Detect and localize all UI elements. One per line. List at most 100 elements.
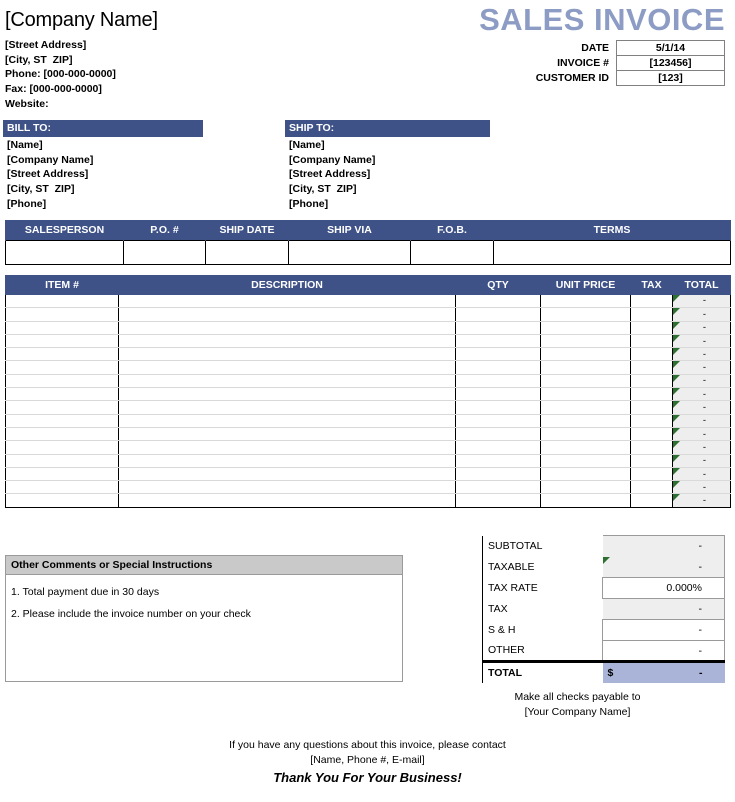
line-item-tax-cell[interactable] xyxy=(630,454,673,468)
meta-value-field[interactable]: 5/1/14 xyxy=(616,40,725,56)
line-item-tax-cell[interactable] xyxy=(630,400,673,415)
line-item-description-cell[interactable] xyxy=(118,414,456,428)
line-item-description-cell[interactable] xyxy=(118,347,456,362)
line-item-tax-cell[interactable] xyxy=(630,480,673,495)
line-item-item-cell[interactable] xyxy=(5,360,119,375)
line-item-qty-cell[interactable] xyxy=(455,294,541,309)
line-item-description-cell[interactable] xyxy=(118,321,456,335)
line-item-unit-price-cell[interactable] xyxy=(540,321,631,335)
line-item-qty-cell[interactable] xyxy=(455,414,541,428)
bill-to-line[interactable]: [Name] xyxy=(7,138,203,153)
line-item-unit-price-cell[interactable] xyxy=(540,427,631,442)
line-item-tax-cell[interactable] xyxy=(630,493,673,508)
line-item-total-cell[interactable]: - xyxy=(672,307,731,322)
sales-entry-cell[interactable] xyxy=(493,239,731,265)
line-item-tax-cell[interactable] xyxy=(630,321,673,335)
line-item-tax-cell[interactable] xyxy=(630,467,673,482)
line-item-qty-cell[interactable] xyxy=(455,493,541,508)
line-item-item-cell[interactable] xyxy=(5,387,119,402)
line-item-item-cell[interactable] xyxy=(5,440,119,455)
bill-to-lines[interactable]: [Name] [Company Name] [Street Address] [Cit… xyxy=(3,137,203,212)
line-item-unit-price-cell[interactable] xyxy=(540,360,631,375)
line-item-tax-cell[interactable] xyxy=(630,374,673,389)
line-item-unit-price-cell[interactable] xyxy=(540,387,631,402)
line-item-total-cell[interactable]: - xyxy=(672,414,731,428)
line-item-unit-price-cell[interactable] xyxy=(540,493,631,508)
line-item-tax-cell[interactable] xyxy=(630,294,673,309)
summary-value[interactable]: - xyxy=(602,535,725,557)
line-item-total-cell[interactable]: - xyxy=(672,387,731,402)
ship-to-lines[interactable]: [Name] [Company Name] [Street Address] [Cit… xyxy=(285,137,490,212)
line-item-item-cell[interactable] xyxy=(5,414,119,428)
line-item-unit-price-cell[interactable] xyxy=(540,454,631,468)
line-item-row[interactable]: - xyxy=(5,360,731,375)
line-item-row[interactable]: - xyxy=(5,414,731,428)
line-item-unit-price-cell[interactable] xyxy=(540,294,631,309)
line-item-tax-cell[interactable] xyxy=(630,414,673,428)
bill-to-line[interactable]: [Phone] xyxy=(7,197,203,212)
line-item-qty-cell[interactable] xyxy=(455,347,541,362)
line-item-description-cell[interactable] xyxy=(118,400,456,415)
line-item-item-cell[interactable] xyxy=(5,307,119,322)
line-item-unit-price-cell[interactable] xyxy=(540,400,631,415)
line-item-qty-cell[interactable] xyxy=(455,334,541,349)
line-item-item-cell[interactable] xyxy=(5,321,119,335)
line-item-row[interactable]: - xyxy=(5,347,731,362)
line-item-qty-cell[interactable] xyxy=(455,467,541,482)
comments-list[interactable]: 1. Total payment due in 30 days 2. Please… xyxy=(6,575,402,625)
line-item-qty-cell[interactable] xyxy=(455,454,541,468)
ship-to-line[interactable]: [City, ST ZIP] xyxy=(289,182,490,197)
line-item-qty-cell[interactable] xyxy=(455,480,541,495)
line-item-tax-cell[interactable] xyxy=(630,334,673,349)
line-item-tax-cell[interactable] xyxy=(630,440,673,455)
line-item-qty-cell[interactable] xyxy=(455,440,541,455)
line-item-unit-price-cell[interactable] xyxy=(540,347,631,362)
line-item-unit-price-cell[interactable] xyxy=(540,334,631,349)
line-item-description-cell[interactable] xyxy=(118,294,456,309)
line-item-qty-cell[interactable] xyxy=(455,360,541,375)
line-item-unit-price-cell[interactable] xyxy=(540,480,631,495)
line-item-description-cell[interactable] xyxy=(118,467,456,482)
line-item-row[interactable]: - xyxy=(5,440,731,455)
comment-line[interactable]: 1. Total payment due in 30 days xyxy=(11,581,397,603)
line-item-tax-cell[interactable] xyxy=(630,307,673,322)
line-item-item-cell[interactable] xyxy=(5,427,119,442)
sales-entry-cell[interactable] xyxy=(123,239,206,265)
comment-line[interactable]: 2. Please include the invoice number on … xyxy=(11,603,397,625)
line-item-unit-price-cell[interactable] xyxy=(540,467,631,482)
summary-value[interactable]: - xyxy=(602,640,725,662)
line-item-unit-price-cell[interactable] xyxy=(540,374,631,389)
line-item-item-cell[interactable] xyxy=(5,400,119,415)
line-item-row[interactable]: - xyxy=(5,307,731,322)
line-item-item-cell[interactable] xyxy=(5,467,119,482)
bill-to-line[interactable]: [City, ST ZIP] xyxy=(7,182,203,197)
line-item-description-cell[interactable] xyxy=(118,307,456,322)
line-item-total-cell[interactable]: - xyxy=(672,374,731,389)
line-item-description-cell[interactable] xyxy=(118,334,456,349)
line-item-total-cell[interactable]: - xyxy=(672,360,731,375)
line-item-row[interactable]: - xyxy=(5,321,731,335)
line-item-description-cell[interactable] xyxy=(118,374,456,389)
sales-entry-cell[interactable] xyxy=(205,239,289,265)
line-item-item-cell[interactable] xyxy=(5,334,119,349)
line-item-item-cell[interactable] xyxy=(5,294,119,309)
ship-to-line[interactable]: [Company Name] xyxy=(289,153,490,168)
line-item-qty-cell[interactable] xyxy=(455,427,541,442)
line-item-item-cell[interactable] xyxy=(5,374,119,389)
line-item-qty-cell[interactable] xyxy=(455,307,541,322)
bill-to-line[interactable]: [Company Name] xyxy=(7,153,203,168)
line-item-row[interactable]: - xyxy=(5,454,731,468)
line-item-tax-cell[interactable] xyxy=(630,427,673,442)
line-item-unit-price-cell[interactable] xyxy=(540,414,631,428)
line-item-description-cell[interactable] xyxy=(118,360,456,375)
sales-entry-row[interactable] xyxy=(5,239,731,265)
line-item-description-cell[interactable] xyxy=(118,480,456,495)
line-item-total-cell[interactable]: - xyxy=(672,334,731,349)
line-item-total-cell[interactable]: - xyxy=(672,467,731,482)
line-item-description-cell[interactable] xyxy=(118,387,456,402)
line-item-total-cell[interactable]: - xyxy=(672,440,731,455)
line-item-total-cell[interactable]: - xyxy=(672,347,731,362)
line-item-row[interactable]: - xyxy=(5,374,731,389)
line-item-tax-cell[interactable] xyxy=(630,347,673,362)
line-item-row[interactable]: - xyxy=(5,427,731,442)
